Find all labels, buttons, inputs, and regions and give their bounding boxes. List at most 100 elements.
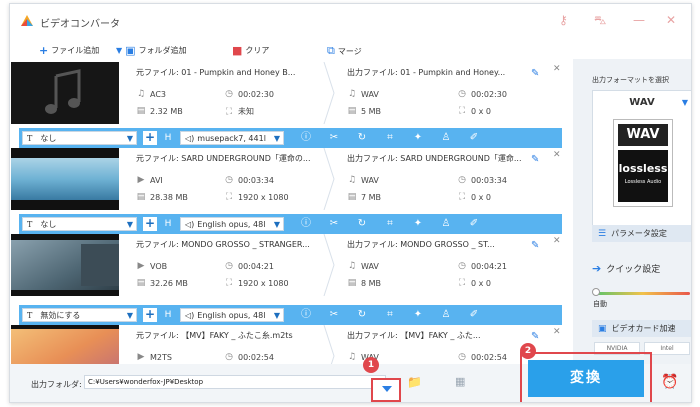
crop-icon[interactable]: ⌗ xyxy=(384,132,396,144)
effects-wand-icon[interactable]: ✦ xyxy=(412,132,424,144)
text-icon: T xyxy=(27,310,33,320)
watermark-stamp-icon[interactable]: ♙ xyxy=(440,218,452,230)
audio-track-select[interactable]: ◁) English opus, 48l ▼ xyxy=(180,217,284,231)
edit-output-icon[interactable]: ✎ xyxy=(531,240,539,251)
hdr-icon[interactable]: H xyxy=(161,308,175,322)
output-size: ▤ 5 MB xyxy=(347,106,382,116)
merge-output-icon[interactable]: ▦ xyxy=(455,375,465,388)
minimize-icon[interactable]: — xyxy=(633,13,645,27)
scissors-icon[interactable]: ✂ xyxy=(328,218,340,230)
merge-icon: ⧉ xyxy=(327,44,335,57)
output-resolution: ⛶ 0 x 0 xyxy=(458,106,491,116)
chevron-down-icon: ▼ xyxy=(681,98,688,107)
source-format: ▶ M2TS xyxy=(137,352,172,362)
chevron-down-icon: ▼ xyxy=(273,311,280,320)
subtitle-edit-icon[interactable]: ✐ xyxy=(468,309,480,321)
scissors-icon[interactable]: ✂ xyxy=(328,132,340,144)
subtitle-select[interactable]: T なし ▼ xyxy=(22,131,137,145)
source-duration: ◷ 00:03:34 xyxy=(225,175,274,185)
output-filename: 出力ファイル: SARD UNDERGROUND「運命... xyxy=(347,154,522,163)
cart-icon[interactable]: ⛍ xyxy=(594,13,606,29)
output-folder-dropdown-button[interactable] xyxy=(371,378,401,402)
output-folder-input[interactable]: C:¥Users¥wonderfox-JP¥Desktop xyxy=(84,375,386,389)
clock-icon: ◷ xyxy=(458,352,466,362)
arrow-quick-icon: ➔ xyxy=(592,262,602,275)
folder-plus-icon: ▣ xyxy=(125,44,136,57)
chevron-down-icon: ▼ xyxy=(126,134,133,143)
add-file-button[interactable]: + ファイル追加 xyxy=(39,44,99,57)
quality-slider-track[interactable] xyxy=(595,292,690,295)
video-thumbnail xyxy=(11,148,119,210)
window-title: ビデオコンバータ xyxy=(40,19,120,30)
gpu-acceleration-button[interactable]: ▣ ビデオカード加速 xyxy=(592,320,691,337)
audio-file-icon: ♫ xyxy=(347,89,357,99)
output-size: ▤ 7 MB xyxy=(347,192,382,202)
file-row[interactable]: 元ファイル: SARD UNDERGROUND「運命の... ▶ AVI ◷ 00:… xyxy=(10,148,562,214)
effects-wand-icon[interactable]: ✦ xyxy=(412,218,424,230)
info-icon[interactable]: ⓘ xyxy=(300,218,312,230)
crop-icon[interactable]: ⌗ xyxy=(384,218,396,230)
sliders-icon: ☰ xyxy=(598,228,607,239)
file-row[interactable]: 元ファイル: MONDO GROSSO _ STRANGER... ▶ VOB ◷… xyxy=(10,234,562,300)
option-bar: T 無効にする ▼ + H ◁) English opus, 48l ▼ ⓘ ✂… xyxy=(19,305,562,325)
merge-button[interactable]: ⧉ マージ xyxy=(327,44,362,58)
open-folder-icon[interactable]: 📁 xyxy=(407,375,422,389)
info-icon[interactable]: ⓘ xyxy=(300,132,312,144)
parameter-settings-button[interactable]: ☰ パラメータ設定 xyxy=(592,225,691,242)
resolution-icon: ⛶ xyxy=(458,106,466,116)
subtitle-edit-icon[interactable]: ✐ xyxy=(468,132,480,144)
remove-file-icon[interactable]: ✕ xyxy=(553,150,561,160)
audio-track-select[interactable]: ◁) English opus, 48l ▼ xyxy=(180,308,284,322)
add-subtitle-button[interactable]: + xyxy=(143,308,157,322)
format-selector[interactable]: WAV ▼ WAV lossless Lossless Audio xyxy=(592,90,691,240)
add-folder-button[interactable]: ▼ ▣ フォルダ追加 xyxy=(116,44,187,57)
file-row[interactable]: 元ファイル: 【MV】FAKY _ ふたこ糸.m2ts ▶ M2TS ◷ 00:02… xyxy=(10,325,562,364)
add-subtitle-button[interactable]: + xyxy=(143,217,157,231)
video-thumbnail xyxy=(11,234,119,296)
source-size: ▤ 32.26 MB xyxy=(136,278,188,288)
remove-file-icon[interactable]: ✕ xyxy=(553,64,561,74)
audio-file-icon: ♫ xyxy=(347,261,357,271)
add-subtitle-button[interactable]: + xyxy=(143,131,157,145)
clock-icon: ◷ xyxy=(458,261,466,271)
watermark-stamp-icon[interactable]: ♙ xyxy=(440,132,452,144)
resolution-icon: ⛶ xyxy=(225,278,233,288)
alarm-clock-icon[interactable]: ⏰ xyxy=(661,374,678,390)
edit-output-icon[interactable]: ✎ xyxy=(531,68,539,79)
crop-icon[interactable]: ⌗ xyxy=(384,309,396,321)
effects-wand-icon[interactable]: ✦ xyxy=(412,309,424,321)
audio-track-select[interactable]: ◁) musepack7, 441l ▼ xyxy=(180,131,284,145)
output-duration: ◷ 00:03:34 xyxy=(458,175,507,185)
speaker-icon: ◁) xyxy=(185,310,195,320)
output-duration: ◷ 00:02:54 xyxy=(458,352,507,362)
remove-file-icon[interactable]: ✕ xyxy=(553,327,561,337)
step-badge-1: 1 xyxy=(363,357,379,373)
option-bar: T なし ▼ + H ◁) English opus, 48l ▼ ⓘ ✂ ↻ … xyxy=(19,214,562,234)
remove-file-icon[interactable]: ✕ xyxy=(553,236,561,246)
rotate-icon[interactable]: ↻ xyxy=(356,309,368,321)
quality-slider-handle[interactable] xyxy=(592,288,600,296)
scissors-icon[interactable]: ✂ xyxy=(328,309,340,321)
watermark-stamp-icon[interactable]: ♙ xyxy=(440,309,452,321)
wav-format-icon: WAV lossless Lossless Audio xyxy=(613,119,673,207)
subtitle-edit-icon[interactable]: ✐ xyxy=(468,218,480,230)
info-icon[interactable]: ⓘ xyxy=(300,309,312,321)
video-file-icon: ▶ xyxy=(137,261,145,271)
subtitle-select[interactable]: T 無効にする ▼ xyxy=(22,308,137,322)
toolbar: + ファイル追加 ▼ ▣ フォルダ追加 ■ クリア ⧉ マージ xyxy=(10,40,562,62)
close-window-icon[interactable]: ✕ xyxy=(666,13,676,27)
hdr-icon[interactable]: H xyxy=(161,131,175,145)
key-icon[interactable]: ⚷ xyxy=(559,13,568,27)
subtitle-select[interactable]: T なし ▼ xyxy=(22,217,137,231)
clear-button[interactable]: ■ クリア xyxy=(232,44,269,57)
file-row[interactable]: 元ファイル: 01 - Pumpkin and Honey B... ♫ AC3 … xyxy=(10,62,562,128)
edit-output-icon[interactable]: ✎ xyxy=(531,331,539,342)
file-size-icon: ▤ xyxy=(347,192,357,202)
rotate-icon[interactable]: ↻ xyxy=(356,218,368,230)
app-window: ビデオコンバータ ⚷ ⛍ — ✕ + ファイル追加 ▼ ▣ フォルダ追加 ■ ク… xyxy=(9,3,692,403)
edit-output-icon[interactable]: ✎ xyxy=(531,154,539,165)
hdr-icon[interactable]: H xyxy=(161,217,175,231)
rotate-icon[interactable]: ↻ xyxy=(356,132,368,144)
convert-button[interactable]: 変換 xyxy=(528,360,644,397)
source-duration: ◷ 00:04:21 xyxy=(225,261,274,271)
